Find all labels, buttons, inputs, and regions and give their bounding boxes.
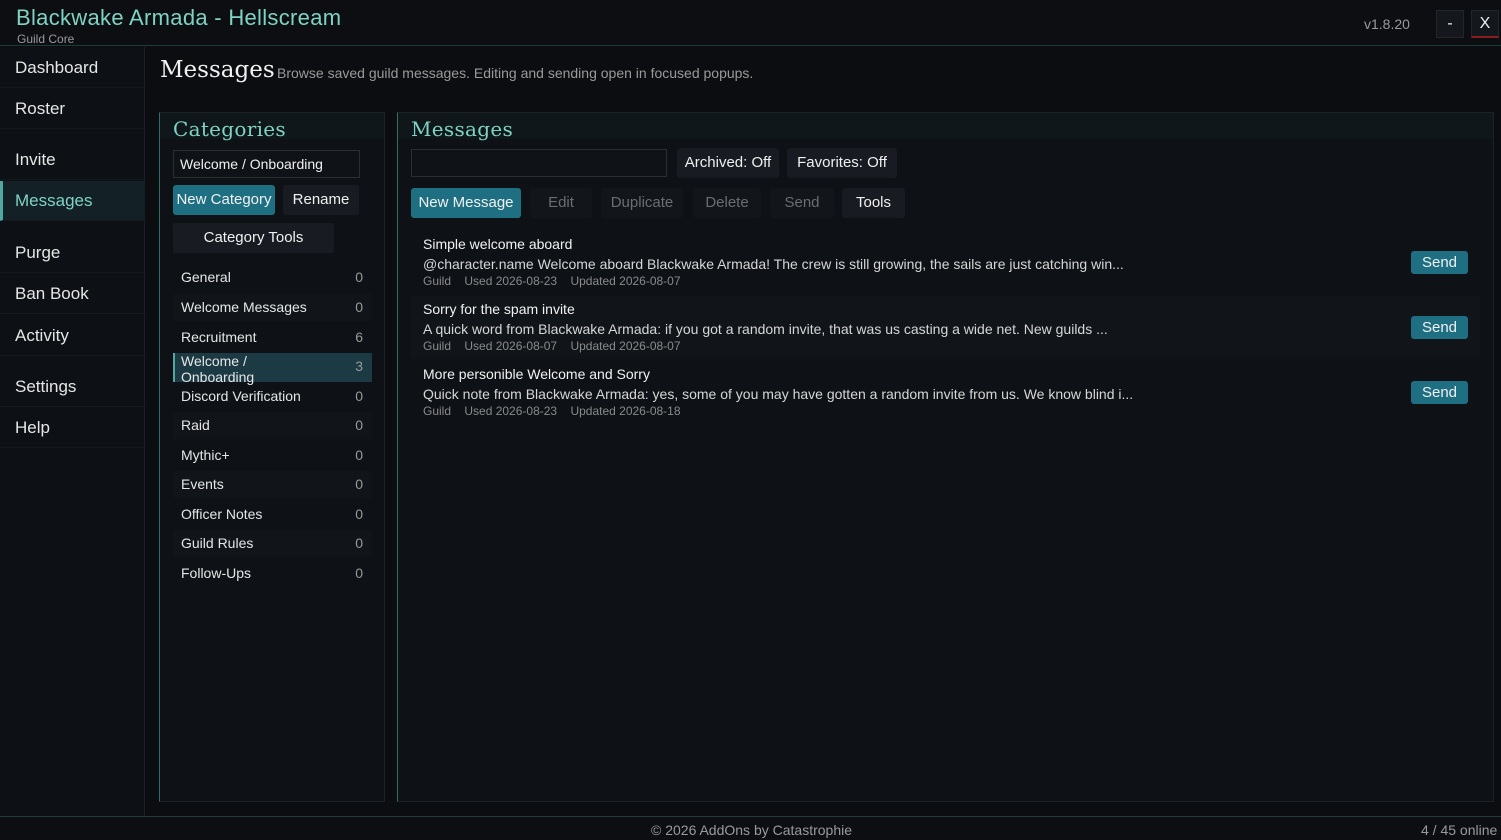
category-row-officer-notes[interactable]: Officer Notes 0 — [173, 501, 372, 528]
message-row[interactable]: Simple welcome aboard @character.name We… — [411, 231, 1480, 294]
message-send-button[interactable]: Send — [1411, 316, 1468, 339]
page-description: Browse saved guild messages. Editing and… — [277, 65, 754, 81]
message-channel: Guild — [423, 404, 452, 418]
sidebar-item-activity[interactable]: Activity — [0, 316, 145, 356]
sidebar-item-ban-book[interactable]: Ban Book — [0, 274, 145, 314]
category-row-welcome-onboarding[interactable]: Welcome / Onboarding 3 — [173, 353, 372, 385]
sidebar-item-roster[interactable]: Roster — [0, 89, 145, 129]
category-row-discord-verification[interactable]: Discord Verification 0 — [173, 383, 372, 410]
category-row-guild-rules[interactable]: Guild Rules 0 — [173, 530, 372, 557]
category-count: 0 — [355, 269, 363, 285]
category-count: 0 — [355, 476, 363, 492]
category-row-raid[interactable]: Raid 0 — [173, 412, 372, 439]
category-count: 0 — [355, 299, 363, 315]
messages-title: Messages — [411, 117, 514, 141]
message-title: More personible Welcome and Sorry — [423, 366, 650, 382]
category-row-recruitment[interactable]: Recruitment 6 — [173, 324, 372, 351]
duplicate-message-button[interactable]: Duplicate — [601, 188, 683, 218]
category-name: Raid — [181, 417, 210, 433]
archived-toggle-button[interactable]: Archived: Off — [677, 148, 779, 178]
sidebar-item-settings[interactable]: Settings — [0, 367, 145, 407]
version-label: v1.8.20 — [1364, 16, 1410, 32]
message-meta: Guild Used 2026-08-23 Updated 2026-08-18 — [423, 404, 691, 418]
send-message-button[interactable]: Send — [770, 188, 834, 218]
message-channel: Guild — [423, 339, 452, 353]
app-subtitle: Guild Core — [17, 32, 75, 46]
category-name: Recruitment — [181, 329, 257, 345]
message-send-button[interactable]: Send — [1411, 381, 1468, 404]
message-tools-button[interactable]: Tools — [842, 188, 905, 218]
message-preview: A quick word from Blackwake Armada: if y… — [423, 321, 1108, 337]
message-row[interactable]: Sorry for the spam invite A quick word f… — [411, 296, 1480, 359]
message-updated-date: Updated 2026-08-07 — [570, 339, 681, 353]
page-title: Messages — [160, 57, 275, 83]
category-row-mythic-plus[interactable]: Mythic+ 0 — [173, 442, 372, 469]
category-name: Welcome Messages — [181, 299, 307, 315]
category-name: Discord Verification — [181, 388, 301, 404]
category-count: 0 — [355, 447, 363, 463]
message-channel: Guild — [423, 274, 452, 288]
category-count: 0 — [355, 388, 363, 404]
message-preview: @character.name Welcome aboard Blackwake… — [423, 256, 1124, 272]
category-name: Officer Notes — [181, 506, 263, 522]
category-name-input[interactable]: Welcome / Onboarding — [173, 150, 360, 178]
message-used-date: Used 2026-08-23 — [464, 274, 558, 288]
footer: © 2026 AddOns by Catastrophie 4 / 45 onl… — [0, 816, 1501, 840]
message-updated-date: Updated 2026-08-18 — [570, 404, 681, 418]
category-name: General — [181, 269, 231, 285]
sidebar-item-messages[interactable]: Messages — [0, 181, 145, 221]
message-search-input[interactable] — [411, 149, 667, 177]
message-updated-date: Updated 2026-08-07 — [570, 274, 681, 288]
sidebar-item-help[interactable]: Help — [0, 408, 145, 448]
category-count: 0 — [355, 506, 363, 522]
footer-copyright: © 2026 AddOns by Catastrophie — [651, 822, 852, 838]
category-row-events[interactable]: Events 0 — [173, 471, 372, 498]
category-count: 0 — [355, 565, 363, 581]
message-used-date: Used 2026-08-23 — [464, 404, 558, 418]
online-count: 4 / 45 online — [1421, 822, 1498, 838]
message-meta: Guild Used 2026-08-07 Updated 2026-08-07 — [423, 339, 691, 353]
message-preview: Quick note from Blackwake Armada: yes, s… — [423, 386, 1134, 402]
edit-message-button[interactable]: Edit — [530, 188, 592, 218]
category-row-general[interactable]: General 0 — [173, 264, 372, 291]
minimize-button[interactable]: - — [1436, 10, 1464, 38]
messages-panel: Messages Archived: Off Favorites: Off Ne… — [397, 112, 1494, 802]
category-count: 0 — [355, 417, 363, 433]
delete-message-button[interactable]: Delete — [693, 188, 761, 218]
sidebar-item-dashboard[interactable]: Dashboard — [0, 48, 145, 88]
favorites-toggle-button[interactable]: Favorites: Off — [787, 148, 897, 178]
message-row[interactable]: More personible Welcome and Sorry Quick … — [411, 361, 1480, 424]
category-row-follow-ups[interactable]: Follow-Ups 0 — [173, 560, 372, 587]
sidebar-item-purge[interactable]: Purge — [0, 233, 145, 273]
categories-title: Categories — [173, 117, 286, 141]
new-category-button[interactable]: New Category — [173, 185, 275, 215]
category-row-welcome-messages[interactable]: Welcome Messages 0 — [173, 294, 372, 321]
app-title: Blackwake Armada - Hellscream — [16, 5, 342, 30]
close-button[interactable]: X — [1471, 10, 1499, 38]
message-meta: Guild Used 2026-08-23 Updated 2026-08-07 — [423, 274, 691, 288]
category-count: 3 — [355, 358, 363, 374]
message-used-date: Used 2026-08-07 — [464, 339, 558, 353]
new-message-button[interactable]: New Message — [411, 188, 521, 218]
category-name: Welcome / Onboarding — [181, 353, 255, 385]
message-title: Simple welcome aboard — [423, 236, 573, 252]
messages-panel-header — [398, 113, 1493, 139]
category-name: Follow-Ups — [181, 565, 252, 581]
sidebar: Dashboard Roster Invite Messages Purge B… — [0, 47, 145, 816]
category-name: Mythic+ — [181, 447, 230, 463]
title-bar: Blackwake Armada - Hellscream Guild Core… — [0, 0, 1501, 46]
categories-panel: Categories Welcome / Onboarding New Cate… — [159, 112, 385, 802]
sidebar-item-invite[interactable]: Invite — [0, 140, 145, 180]
message-title: Sorry for the spam invite — [423, 301, 575, 317]
message-send-button[interactable]: Send — [1411, 251, 1468, 274]
category-tools-button[interactable]: Category Tools — [173, 223, 334, 253]
category-count: 6 — [355, 329, 363, 345]
category-name: Guild Rules — [181, 535, 254, 551]
category-count: 0 — [355, 535, 363, 551]
rename-category-button[interactable]: Rename — [283, 185, 359, 215]
category-name: Events — [181, 476, 224, 492]
